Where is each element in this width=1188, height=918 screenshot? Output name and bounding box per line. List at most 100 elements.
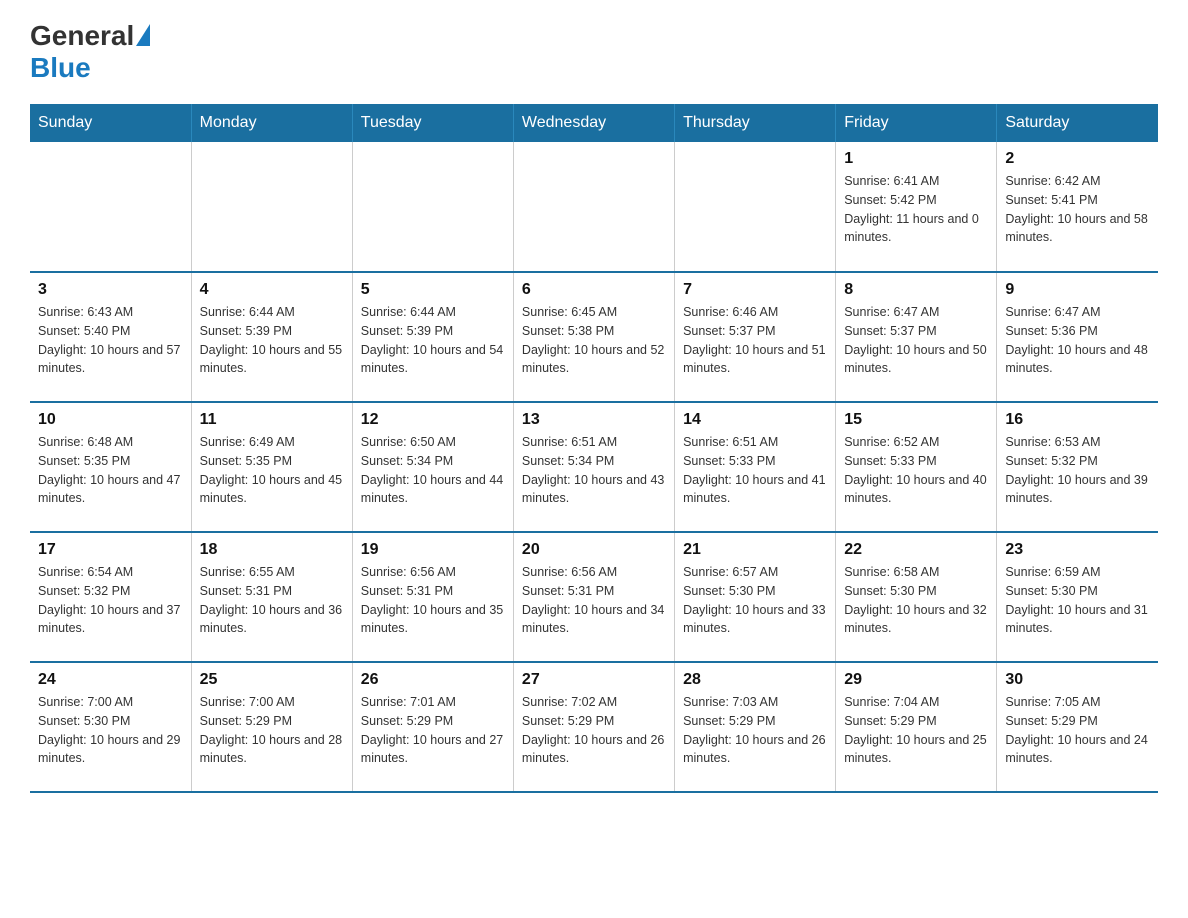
day-info: Sunrise: 6:48 AM Sunset: 5:35 PM Dayligh… (38, 433, 183, 508)
day-number: 30 (1005, 671, 1150, 689)
header-monday: Monday (191, 104, 352, 142)
day-info: Sunrise: 6:51 AM Sunset: 5:34 PM Dayligh… (522, 433, 666, 508)
day-info: Sunrise: 6:42 AM Sunset: 5:41 PM Dayligh… (1005, 172, 1150, 247)
day-info: Sunrise: 6:54 AM Sunset: 5:32 PM Dayligh… (38, 563, 183, 638)
day-info: Sunrise: 6:59 AM Sunset: 5:30 PM Dayligh… (1005, 563, 1150, 638)
calendar-cell: 28 Sunrise: 7:03 AM Sunset: 5:29 PM Dayli… (675, 662, 836, 792)
calendar-cell: 3 Sunrise: 6:43 AM Sunset: 5:40 PM Daylig… (30, 272, 191, 402)
day-info: Sunrise: 6:56 AM Sunset: 5:31 PM Dayligh… (361, 563, 505, 638)
day-number: 22 (844, 541, 988, 559)
day-info: Sunrise: 6:47 AM Sunset: 5:37 PM Dayligh… (844, 303, 988, 378)
day-number: 2 (1005, 150, 1150, 168)
day-number: 27 (522, 671, 666, 689)
calendar-cell (191, 142, 352, 272)
calendar-cell: 27 Sunrise: 7:02 AM Sunset: 5:29 PM Dayli… (513, 662, 674, 792)
day-info: Sunrise: 7:03 AM Sunset: 5:29 PM Dayligh… (683, 693, 827, 768)
calendar-cell: 17 Sunrise: 6:54 AM Sunset: 5:32 PM Dayli… (30, 532, 191, 662)
day-number: 16 (1005, 411, 1150, 429)
calendar-cell: 6 Sunrise: 6:45 AM Sunset: 5:38 PM Daylig… (513, 272, 674, 402)
day-number: 29 (844, 671, 988, 689)
day-number: 9 (1005, 281, 1150, 299)
day-info: Sunrise: 6:43 AM Sunset: 5:40 PM Dayligh… (38, 303, 183, 378)
logo-blue-text: Blue (30, 52, 91, 84)
calendar-cell: 5 Sunrise: 6:44 AM Sunset: 5:39 PM Daylig… (352, 272, 513, 402)
day-number: 28 (683, 671, 827, 689)
day-number: 23 (1005, 541, 1150, 559)
day-info: Sunrise: 6:41 AM Sunset: 5:42 PM Dayligh… (844, 172, 988, 247)
day-number: 10 (38, 411, 183, 429)
calendar-week-4: 24Sunrise: 7:00 AM Sunset: 5:30 PM Dayli… (30, 662, 1158, 792)
day-number: 13 (522, 411, 666, 429)
day-number: 17 (38, 541, 183, 559)
calendar-cell: 14 Sunrise: 6:51 AM Sunset: 5:33 PM Dayli… (675, 402, 836, 532)
calendar-cell (513, 142, 674, 272)
calendar-cell: 7 Sunrise: 6:46 AM Sunset: 5:37 PM Daylig… (675, 272, 836, 402)
calendar-cell: 24Sunrise: 7:00 AM Sunset: 5:30 PM Dayli… (30, 662, 191, 792)
logo-general: General (30, 20, 150, 52)
calendar-cell: 26 Sunrise: 7:01 AM Sunset: 5:29 PM Dayli… (352, 662, 513, 792)
calendar-cell (352, 142, 513, 272)
calendar-week-2: 10 Sunrise: 6:48 AM Sunset: 5:35 PM Dayli… (30, 402, 1158, 532)
calendar-cell: 16 Sunrise: 6:53 AM Sunset: 5:32 PM Dayli… (997, 402, 1158, 532)
day-number: 4 (200, 281, 344, 299)
calendar-cell: 29 Sunrise: 7:04 AM Sunset: 5:29 PM Dayli… (836, 662, 997, 792)
page-header: General Blue (30, 20, 1158, 84)
day-number: 14 (683, 411, 827, 429)
day-info: Sunrise: 6:55 AM Sunset: 5:31 PM Dayligh… (200, 563, 344, 638)
day-number: 24 (38, 671, 183, 689)
day-number: 3 (38, 281, 183, 299)
calendar-cell: 22Sunrise: 6:58 AM Sunset: 5:30 PM Dayli… (836, 532, 997, 662)
header-saturday: Saturday (997, 104, 1158, 142)
day-info: Sunrise: 6:44 AM Sunset: 5:39 PM Dayligh… (361, 303, 505, 378)
day-number: 21 (683, 541, 827, 559)
day-number: 7 (683, 281, 827, 299)
day-info: Sunrise: 7:02 AM Sunset: 5:29 PM Dayligh… (522, 693, 666, 768)
day-info: Sunrise: 6:57 AM Sunset: 5:30 PM Dayligh… (683, 563, 827, 638)
calendar-cell (30, 142, 191, 272)
day-number: 11 (200, 411, 344, 429)
day-number: 5 (361, 281, 505, 299)
calendar-cell: 18Sunrise: 6:55 AM Sunset: 5:31 PM Dayli… (191, 532, 352, 662)
calendar-cell: 1 Sunrise: 6:41 AM Sunset: 5:42 PM Daylig… (836, 142, 997, 272)
header-thursday: Thursday (675, 104, 836, 142)
day-info: Sunrise: 6:53 AM Sunset: 5:32 PM Dayligh… (1005, 433, 1150, 508)
calendar-week-0: 1 Sunrise: 6:41 AM Sunset: 5:42 PM Daylig… (30, 142, 1158, 272)
day-info: Sunrise: 7:00 AM Sunset: 5:29 PM Dayligh… (200, 693, 344, 768)
day-number: 25 (200, 671, 344, 689)
day-number: 6 (522, 281, 666, 299)
logo-triangle-icon (136, 24, 150, 46)
calendar-cell: 11 Sunrise: 6:49 AM Sunset: 5:35 PM Dayli… (191, 402, 352, 532)
header-wednesday: Wednesday (513, 104, 674, 142)
calendar-cell: 20 Sunrise: 6:56 AM Sunset: 5:31 PM Dayli… (513, 532, 674, 662)
day-info: Sunrise: 6:47 AM Sunset: 5:36 PM Dayligh… (1005, 303, 1150, 378)
day-info: Sunrise: 6:46 AM Sunset: 5:37 PM Dayligh… (683, 303, 827, 378)
header-friday: Friday (836, 104, 997, 142)
day-number: 26 (361, 671, 505, 689)
calendar-cell (675, 142, 836, 272)
day-number: 19 (361, 541, 505, 559)
day-info: Sunrise: 6:49 AM Sunset: 5:35 PM Dayligh… (200, 433, 344, 508)
calendar-table: SundayMondayTuesdayWednesdayThursdayFrid… (30, 104, 1158, 793)
calendar-header: SundayMondayTuesdayWednesdayThursdayFrid… (30, 104, 1158, 142)
calendar-week-1: 3 Sunrise: 6:43 AM Sunset: 5:40 PM Daylig… (30, 272, 1158, 402)
day-info: Sunrise: 6:45 AM Sunset: 5:38 PM Dayligh… (522, 303, 666, 378)
day-number: 12 (361, 411, 505, 429)
calendar-week-3: 17 Sunrise: 6:54 AM Sunset: 5:32 PM Dayli… (30, 532, 1158, 662)
calendar-cell: 15Sunrise: 6:52 AM Sunset: 5:33 PM Dayli… (836, 402, 997, 532)
day-number: 1 (844, 150, 988, 168)
header-sunday: Sunday (30, 104, 191, 142)
calendar-cell: 30Sunrise: 7:05 AM Sunset: 5:29 PM Dayli… (997, 662, 1158, 792)
day-info: Sunrise: 6:44 AM Sunset: 5:39 PM Dayligh… (200, 303, 344, 378)
day-info: Sunrise: 7:04 AM Sunset: 5:29 PM Dayligh… (844, 693, 988, 768)
calendar-cell: 25 Sunrise: 7:00 AM Sunset: 5:29 PM Dayli… (191, 662, 352, 792)
calendar-cell: 9 Sunrise: 6:47 AM Sunset: 5:36 PM Daylig… (997, 272, 1158, 402)
calendar-cell: 4 Sunrise: 6:44 AM Sunset: 5:39 PM Daylig… (191, 272, 352, 402)
day-number: 20 (522, 541, 666, 559)
day-info: Sunrise: 6:56 AM Sunset: 5:31 PM Dayligh… (522, 563, 666, 638)
calendar-cell: 12Sunrise: 6:50 AM Sunset: 5:34 PM Dayli… (352, 402, 513, 532)
calendar-body: 1 Sunrise: 6:41 AM Sunset: 5:42 PM Daylig… (30, 142, 1158, 792)
calendar-cell: 10 Sunrise: 6:48 AM Sunset: 5:35 PM Dayli… (30, 402, 191, 532)
day-info: Sunrise: 6:51 AM Sunset: 5:33 PM Dayligh… (683, 433, 827, 508)
day-info: Sunrise: 7:01 AM Sunset: 5:29 PM Dayligh… (361, 693, 505, 768)
day-number: 8 (844, 281, 988, 299)
